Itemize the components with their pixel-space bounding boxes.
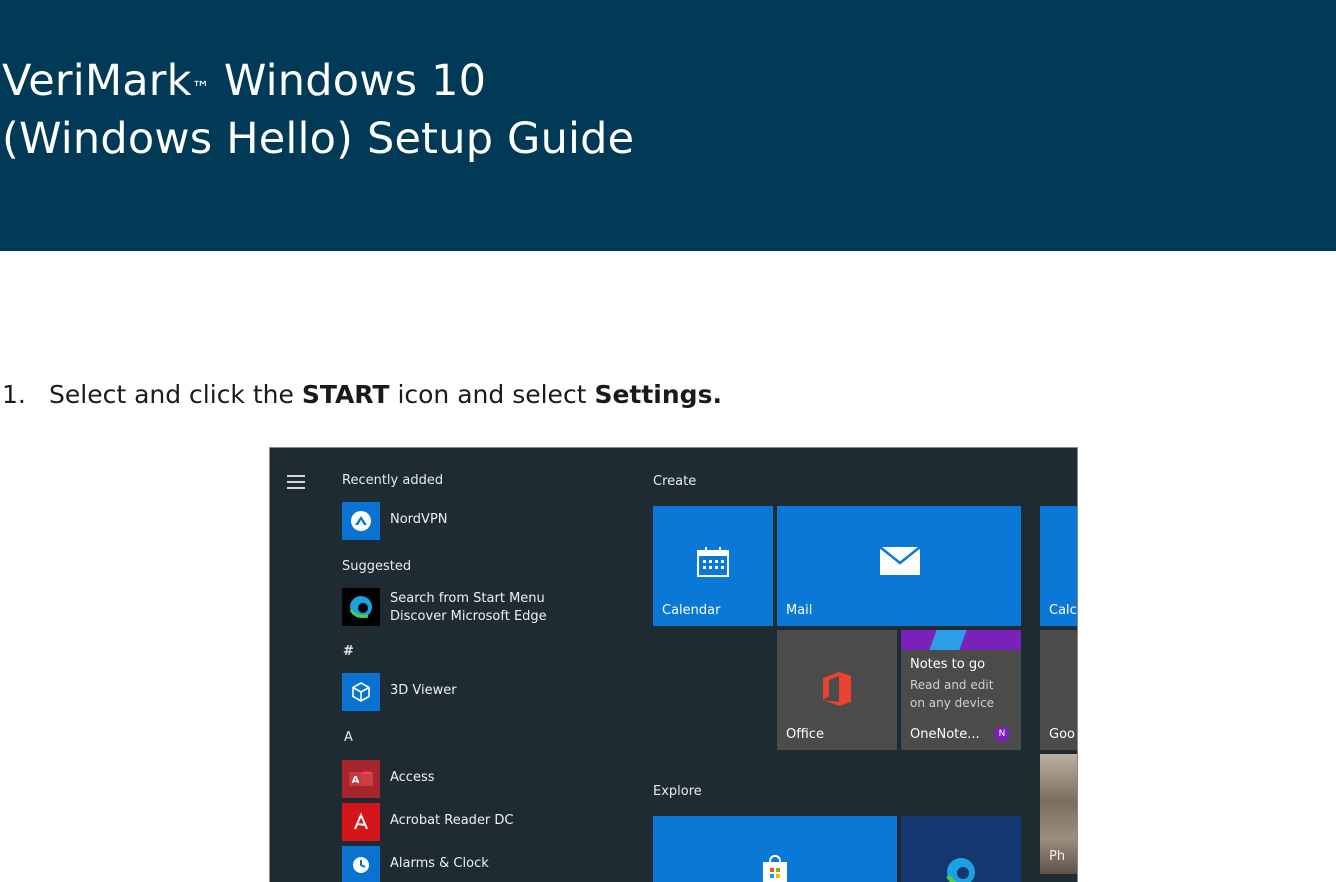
edge-line1: Search from Start Menu bbox=[390, 591, 545, 606]
app-edge-suggestion[interactable]: Search from Start Menu Discover Microsoft… bbox=[342, 588, 622, 626]
hamburger-menu-icon[interactable] bbox=[287, 475, 305, 493]
app-label: NordVPN bbox=[390, 512, 448, 527]
app-label: Alarms & Clock bbox=[390, 856, 489, 871]
page-title: VeriMark™ Windows 10 (Windows Hello) Set… bbox=[2, 52, 634, 168]
onenote-badge-icon: N bbox=[995, 727, 1009, 741]
cube-icon bbox=[342, 673, 380, 711]
step-number: 1. bbox=[2, 380, 26, 409]
tile-label: Calc bbox=[1049, 603, 1077, 618]
tile-calculator[interactable]: Calc bbox=[1040, 506, 1077, 626]
tile-label: Mail bbox=[786, 603, 813, 618]
recently-added-heading: Recently added bbox=[342, 473, 444, 488]
step-1-instruction: 1. Select and click the START icon and se… bbox=[2, 380, 722, 409]
tile-office[interactable]: Office bbox=[777, 630, 897, 750]
nordvpn-icon bbox=[342, 502, 380, 540]
tile-label: Calendar bbox=[662, 603, 721, 618]
header-banner: VeriMark™ Windows 10 (Windows Hello) Set… bbox=[0, 0, 1336, 251]
app-label: Search from Start Menu Discover Microsoft… bbox=[390, 590, 547, 626]
edge-tile-icon bbox=[946, 858, 975, 882]
explore-group-heading: Explore bbox=[653, 784, 702, 799]
tile-microsoft-store[interactable] bbox=[653, 816, 897, 882]
app-label: Access bbox=[390, 770, 435, 785]
tile-photos-partial[interactable]: Ph bbox=[1040, 754, 1077, 874]
tile-label: OneNote... bbox=[910, 727, 980, 742]
app-access[interactable]: A Access bbox=[342, 760, 622, 798]
onenote-banner bbox=[901, 630, 1021, 650]
title-line1: VeriMark bbox=[2, 56, 192, 106]
step-settings-keyword: Settings. bbox=[594, 380, 722, 409]
onenote-description: Read and edit on any device bbox=[910, 676, 994, 712]
start-menu-screenshot: Recently added NordVPN Suggested Search … bbox=[269, 447, 1078, 882]
step-start-keyword: START bbox=[301, 380, 390, 409]
app-nordvpn[interactable]: NordVPN bbox=[342, 502, 622, 540]
app-acrobat[interactable]: Acrobat Reader DC bbox=[342, 803, 622, 841]
office-icon bbox=[823, 672, 851, 706]
tile-calendar[interactable]: Calendar bbox=[653, 506, 773, 626]
clock-icon bbox=[342, 846, 380, 882]
mail-icon bbox=[879, 546, 921, 575]
tile-label: Goo bbox=[1049, 727, 1075, 742]
title-line1-rest: Windows 10 bbox=[210, 56, 487, 106]
store-icon bbox=[763, 854, 787, 882]
acrobat-icon bbox=[342, 803, 380, 841]
hash-heading[interactable]: # bbox=[343, 644, 354, 659]
onenote-desc-line2: on any device bbox=[910, 696, 995, 710]
title-line2: (Windows Hello) Setup Guide bbox=[2, 114, 635, 164]
svg-text:A: A bbox=[352, 775, 360, 786]
tile-label: Office bbox=[786, 727, 824, 742]
edge-line2: Discover Microsoft Edge bbox=[390, 609, 547, 624]
onenote-title: Notes to go bbox=[910, 657, 986, 672]
onenote-desc-line1: Read and edit bbox=[910, 678, 994, 692]
app-label: 3D Viewer bbox=[390, 683, 457, 698]
calendar-icon bbox=[697, 547, 729, 577]
tile-google-partial[interactable]: Goo bbox=[1040, 630, 1077, 750]
trademark-symbol: ™ bbox=[191, 78, 210, 99]
create-group-heading: Create bbox=[653, 474, 697, 489]
letter-a-heading[interactable]: A bbox=[344, 730, 353, 745]
access-icon: A bbox=[342, 760, 380, 798]
app-alarms-clock[interactable]: Alarms & Clock bbox=[342, 846, 622, 882]
tile-label: Ph bbox=[1049, 849, 1066, 864]
app-label: Acrobat Reader DC bbox=[390, 813, 514, 828]
app-3d-viewer[interactable]: 3D Viewer bbox=[342, 673, 622, 711]
tile-onenote[interactable]: Notes to go Read and edit on any device … bbox=[901, 630, 1021, 750]
step-text-mid: icon and select bbox=[389, 380, 595, 409]
tile-mail[interactable]: Mail bbox=[777, 506, 1021, 626]
step-text-pre: Select and click the bbox=[49, 380, 302, 409]
edge-icon bbox=[342, 588, 380, 626]
tile-microsoft-edge[interactable] bbox=[901, 816, 1021, 882]
suggested-heading: Suggested bbox=[342, 559, 412, 574]
